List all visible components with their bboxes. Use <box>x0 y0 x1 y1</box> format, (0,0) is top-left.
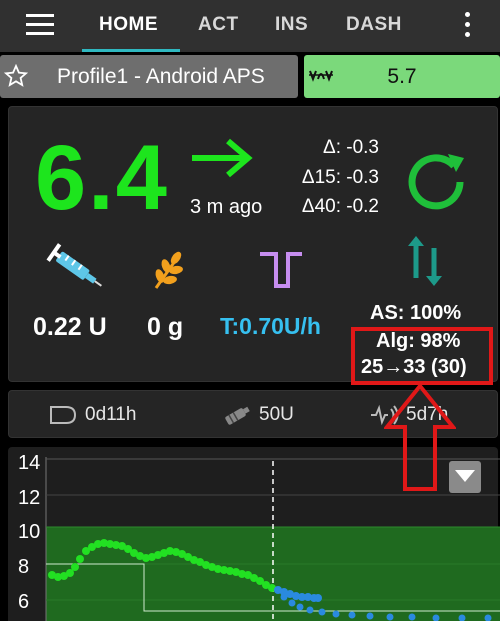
temp-basal-value[interactable]: T:0.70U/h <box>220 313 321 340</box>
cannula-icon[interactable] <box>48 404 78 426</box>
delta: Δ: -0.3 <box>323 137 379 158</box>
pointer-arrow-annotation <box>384 383 456 491</box>
target-button[interactable]: 5.7 <box>304 55 500 98</box>
target-value: 5.7 <box>387 65 417 88</box>
autosens-value: AS: 100% <box>370 302 462 324</box>
reservoir-level[interactable]: 50U <box>259 404 294 426</box>
menu-icon[interactable] <box>26 14 54 36</box>
delta-15: Δ15: -0.3 <box>301 167 379 188</box>
active-tab-indicator <box>82 49 180 52</box>
time-ago: 3 m ago <box>190 196 263 218</box>
tab-act[interactable]: ACT <box>198 0 239 52</box>
y-tick-label: 14 <box>18 452 41 474</box>
profile-label: Profile1 - Android APS <box>57 65 265 88</box>
star-icon <box>4 64 28 87</box>
syringe-icon[interactable] <box>45 240 107 296</box>
trend-arrow-icon <box>192 138 253 178</box>
tab-dash[interactable]: DASH <box>346 0 402 52</box>
carbs-wheat-icon[interactable] <box>148 248 188 292</box>
y-tick-label: 6 <box>18 591 30 613</box>
iob-value[interactable]: 0.22 U <box>33 313 107 342</box>
chevron-down-icon <box>455 470 475 482</box>
highlight-box-annotation <box>351 327 493 385</box>
profile-button[interactable]: Profile1 - Android APS <box>0 55 298 98</box>
loop-refresh-icon[interactable] <box>404 148 468 212</box>
more-options-icon[interactable] <box>462 12 472 38</box>
bg-value: 6.4 <box>35 127 169 229</box>
y-tick-label: 12 <box>18 487 41 509</box>
app-bar: HOME ACT INS DASH <box>0 0 500 52</box>
loop-status-arrows-icon[interactable] <box>406 234 446 290</box>
y-tick-label: 8 <box>18 556 30 578</box>
cob-value[interactable]: 0 g <box>147 313 183 342</box>
y-tick-label: 10 <box>18 521 41 543</box>
temp-basal-icon[interactable] <box>258 250 304 290</box>
delta-40: Δ40: -0.2 <box>301 196 379 217</box>
cannula-age[interactable]: 0d11h <box>85 404 136 426</box>
reservoir-icon[interactable] <box>222 404 252 426</box>
tab-home[interactable]: HOME <box>99 0 158 52</box>
tab-ins[interactable]: INS <box>275 0 308 52</box>
